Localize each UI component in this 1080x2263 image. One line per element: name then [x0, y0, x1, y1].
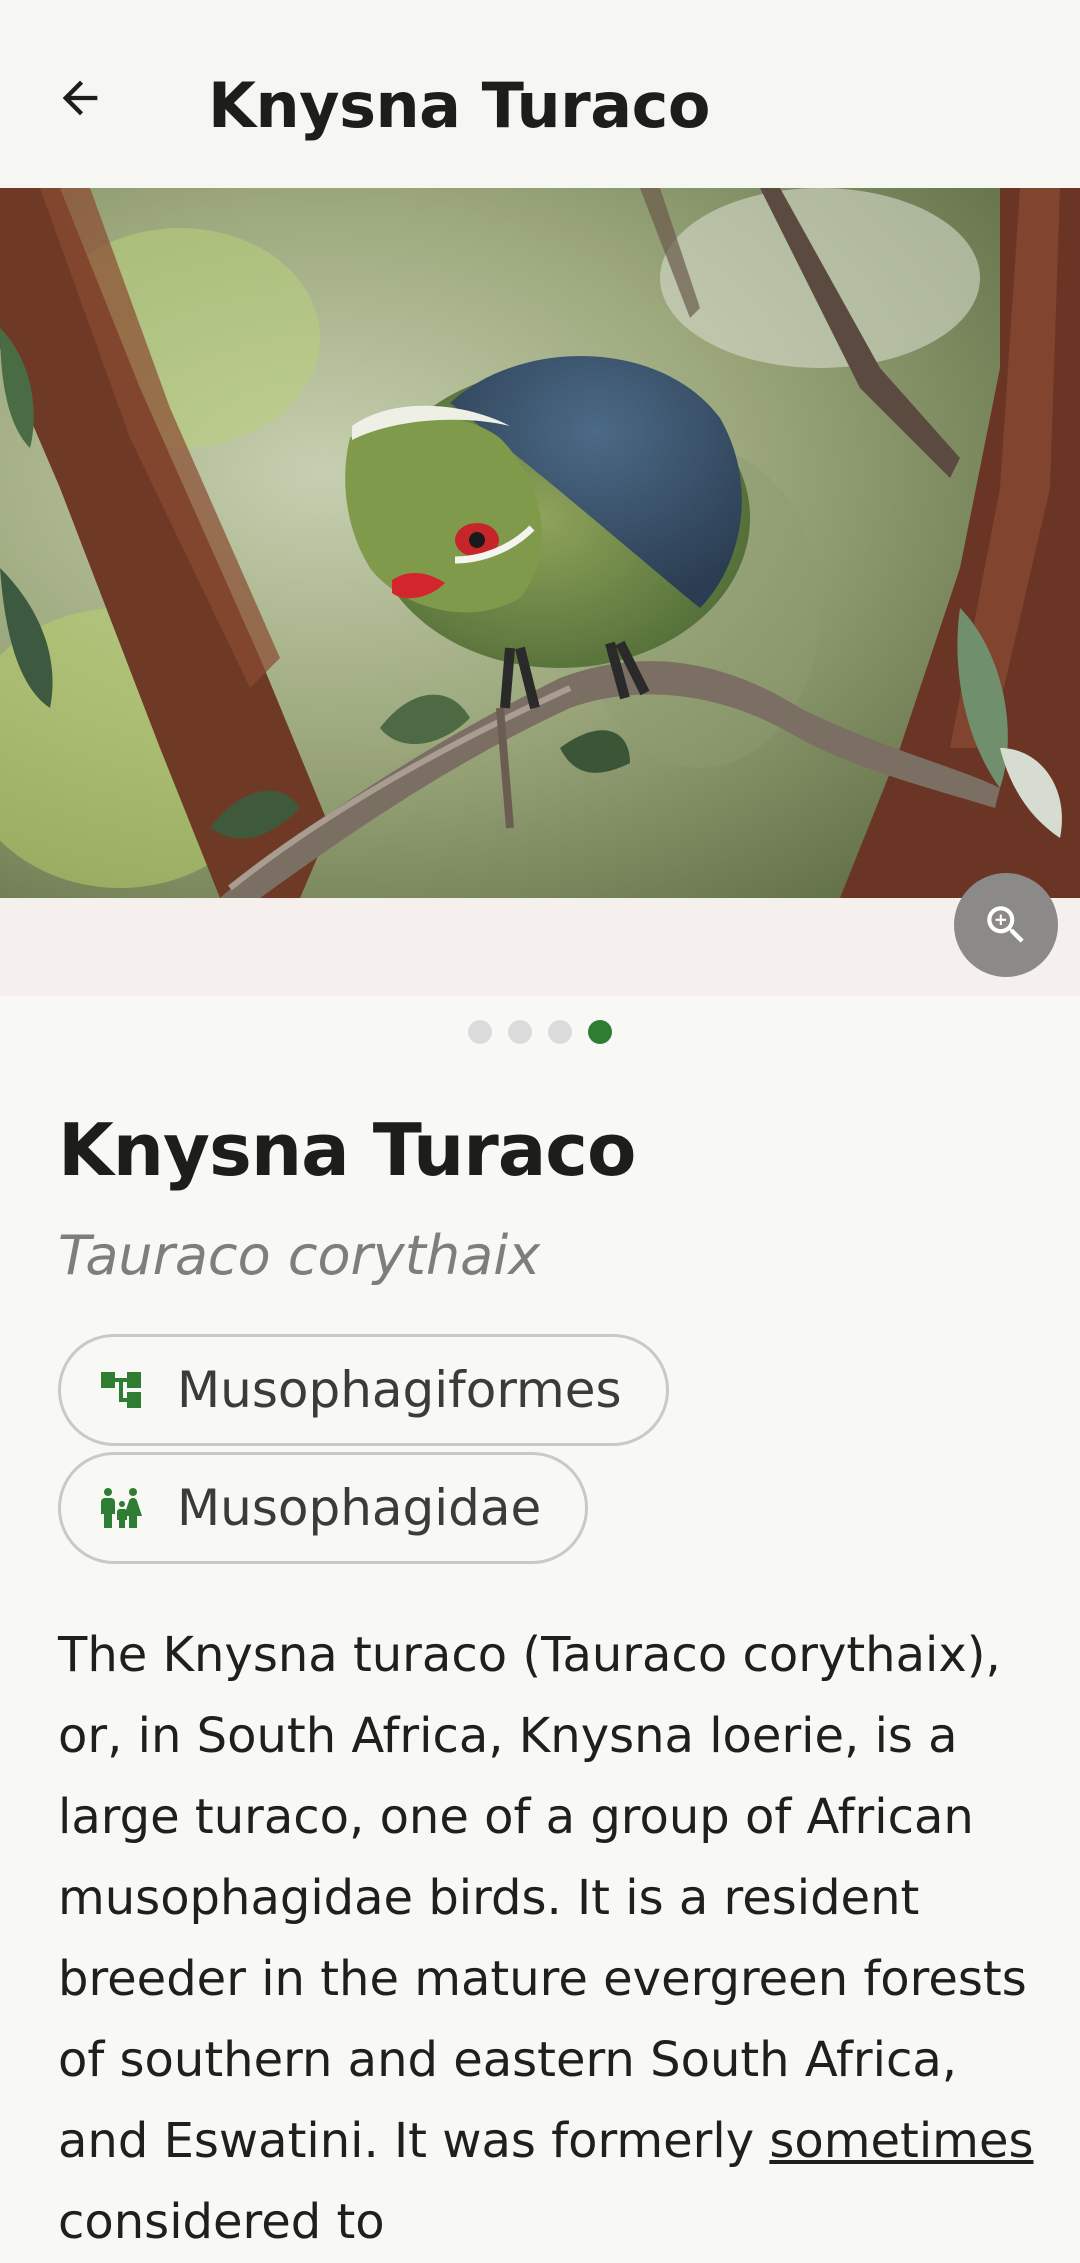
- family-icon: [97, 1484, 145, 1532]
- gallery-page-indicator: [0, 1018, 1080, 1046]
- description-text: The Knysna turaco (Tauraco corythaix), o…: [58, 1627, 1027, 2169]
- family-chip[interactable]: Musophagidae: [58, 1452, 589, 1564]
- page-dot-active[interactable]: [588, 1020, 612, 1044]
- bird-image: [0, 188, 1080, 898]
- bird-photo[interactable]: [0, 188, 1080, 898]
- page-title: Knysna Turaco: [208, 69, 710, 142]
- species-scientific-name: Tauraco corythaix: [58, 1224, 541, 1287]
- family-label: Musophagidae: [177, 1479, 542, 1537]
- order-label: Musophagiformes: [177, 1361, 622, 1419]
- arrow-back-icon: [62, 80, 98, 116]
- description-text-continued: considered to: [58, 2194, 385, 2250]
- species-description: The Knysna turaco (Tauraco corythaix), o…: [58, 1615, 1038, 2263]
- back-button[interactable]: [40, 58, 120, 138]
- top-app-bar: Knysna Turaco: [0, 0, 1080, 188]
- order-chip[interactable]: Musophagiformes: [58, 1334, 669, 1446]
- zoom-in-icon: [987, 906, 1024, 943]
- description-link[interactable]: sometimes: [769, 2113, 1033, 2169]
- hierarchy-icon: [97, 1366, 145, 1414]
- page-dot[interactable]: [548, 1020, 572, 1044]
- zoom-button[interactable]: [954, 873, 1058, 977]
- gallery-footer: [0, 898, 1080, 996]
- page-dot[interactable]: [468, 1020, 492, 1044]
- page-dot[interactable]: [508, 1020, 532, 1044]
- species-common-name: Knysna Turaco: [58, 1108, 636, 1192]
